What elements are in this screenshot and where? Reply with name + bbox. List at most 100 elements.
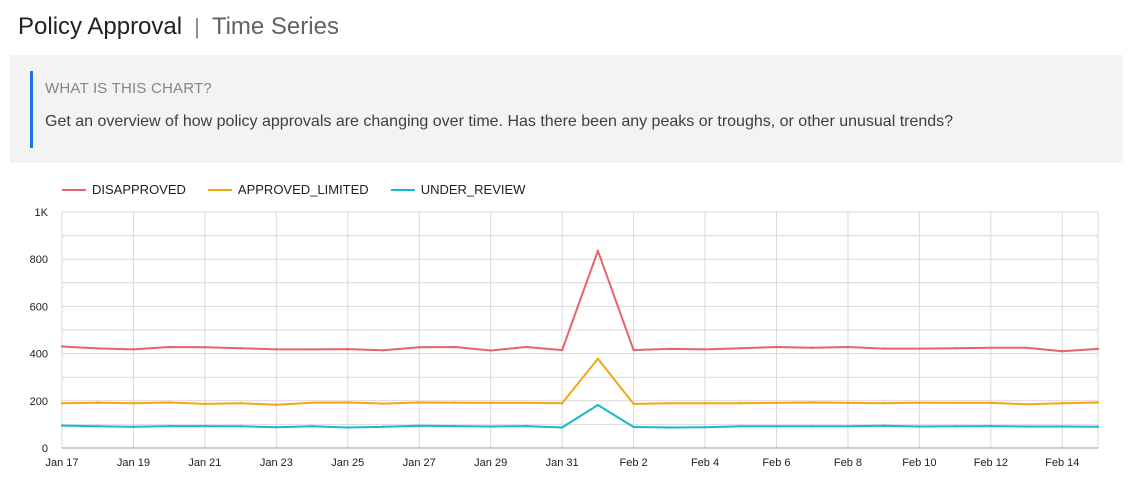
- data-point-disapproved: [132, 348, 135, 351]
- data-point-disapproved: [418, 346, 421, 349]
- data-point-approved-limited: [596, 357, 600, 360]
- x-tick-label: Jan 31: [546, 457, 579, 469]
- data-point-approved-limited: [132, 401, 135, 405]
- series-line-disapproved: [61, 249, 1099, 353]
- data-point-disapproved: [1096, 347, 1100, 351]
- data-point-under-review: [882, 424, 885, 428]
- data-point-disapproved: [453, 345, 457, 349]
- x-tick-label: Feb 4: [691, 457, 719, 469]
- data-point-approved-limited: [739, 401, 742, 405]
- data-point-disapproved: [96, 347, 99, 350]
- data-point-under-review: [1096, 425, 1100, 428]
- data-point-under-review: [596, 403, 600, 407]
- data-point-approved-limited: [1096, 401, 1100, 404]
- time-series-chart: 0 200 400 600 800 1K Jan 17 Jan 19 Jan 21 Jan 23…: [30, 207, 1100, 469]
- data-point-under-review: [382, 425, 385, 428]
- data-point-under-review: [346, 426, 349, 429]
- data-point-disapproved: [239, 346, 242, 350]
- data-point-approved-limited: [346, 401, 349, 404]
- data-point-under-review: [953, 425, 957, 428]
- data-point-approved-limited: [96, 401, 99, 404]
- data-point-disapproved: [739, 346, 742, 350]
- data-point-under-review: [525, 424, 528, 428]
- chart-series-points: [60, 249, 1100, 429]
- data-point-disapproved: [775, 345, 778, 349]
- data-point-under-review: [560, 426, 564, 429]
- data-point-approved-limited: [668, 401, 671, 405]
- data-point-approved-limited: [203, 402, 207, 406]
- data-point-under-review: [489, 425, 492, 428]
- data-point-approved-limited: [1061, 401, 1064, 405]
- data-point-approved-limited: [382, 402, 385, 405]
- data-point-under-review: [1061, 425, 1064, 428]
- data-point-approved-limited: [989, 401, 993, 405]
- x-tick-label: Feb 12: [974, 457, 1008, 469]
- x-axis-ticks: Jan 17 Jan 19 Jan 21 Jan 23 Jan 25 Jan 27 Jan …: [45, 457, 1079, 469]
- data-point-approved-limited: [811, 401, 814, 404]
- data-point-approved-limited: [239, 401, 242, 405]
- x-tick-label: Jan 25: [331, 457, 364, 469]
- chart-grid: [61, 211, 1099, 449]
- data-point-approved-limited: [775, 401, 778, 405]
- data-point-under-review: [132, 425, 135, 428]
- data-point-disapproved: [167, 345, 171, 349]
- data-point-disapproved: [668, 347, 671, 351]
- data-point-disapproved: [275, 348, 278, 351]
- data-point-disapproved: [310, 348, 314, 351]
- data-point-under-review: [703, 426, 707, 429]
- data-point-under-review: [775, 425, 778, 428]
- data-point-disapproved: [882, 347, 885, 350]
- x-tick-label: Jan 17: [45, 457, 78, 469]
- data-point-disapproved: [811, 346, 814, 349]
- x-tick-label: Feb 6: [762, 457, 790, 469]
- data-point-under-review: [418, 424, 421, 428]
- series-line-approved-limited: [61, 357, 1099, 406]
- data-point-approved-limited: [560, 401, 564, 405]
- data-point-approved-limited: [453, 401, 457, 404]
- x-tick-label: Jan 23: [260, 457, 293, 469]
- data-point-approved-limited: [525, 401, 528, 405]
- data-point-disapproved: [703, 348, 707, 351]
- data-point-disapproved: [382, 349, 385, 352]
- data-point-disapproved: [846, 345, 850, 349]
- data-point-under-review: [60, 424, 64, 427]
- data-point-disapproved: [1025, 346, 1028, 349]
- data-point-under-review: [239, 425, 242, 428]
- data-point-disapproved: [489, 349, 492, 352]
- y-tick-label: 200: [30, 396, 48, 408]
- x-tick-label: Jan 19: [117, 457, 150, 469]
- data-point-disapproved: [60, 345, 64, 348]
- data-point-under-review: [167, 424, 171, 428]
- y-tick-label: 800: [30, 254, 48, 266]
- data-point-under-review: [275, 426, 278, 429]
- y-tick-label: 400: [30, 349, 48, 361]
- data-point-disapproved: [346, 347, 349, 351]
- x-tick-label: Feb 8: [834, 457, 862, 469]
- data-point-disapproved: [525, 345, 528, 349]
- data-point-approved-limited: [882, 401, 885, 405]
- x-tick-label: Feb 14: [1045, 457, 1079, 469]
- data-point-disapproved: [989, 346, 993, 349]
- data-point-approved-limited: [1025, 403, 1028, 406]
- data-point-approved-limited: [953, 401, 957, 405]
- data-point-under-review: [846, 425, 850, 428]
- x-tick-label: Jan 27: [403, 457, 436, 469]
- data-point-under-review: [989, 424, 993, 428]
- data-point-approved-limited: [60, 401, 64, 405]
- data-point-disapproved: [1061, 350, 1064, 353]
- data-point-approved-limited: [167, 401, 171, 404]
- data-point-disapproved: [596, 249, 600, 253]
- data-point-approved-limited: [846, 401, 850, 405]
- data-point-under-review: [811, 425, 814, 428]
- data-point-disapproved: [203, 346, 207, 349]
- y-tick-label: 1K: [35, 207, 49, 219]
- y-axis-ticks: 0 200 400 600 800 1K: [30, 207, 49, 455]
- data-point-disapproved: [632, 348, 635, 352]
- x-tick-label: Jan 21: [188, 457, 221, 469]
- data-point-approved-limited: [418, 401, 421, 404]
- data-point-approved-limited: [275, 403, 278, 407]
- data-point-approved-limited: [918, 401, 921, 404]
- x-tick-label: Jan 29: [474, 457, 507, 469]
- data-point-approved-limited: [489, 401, 492, 405]
- data-point-under-review: [632, 425, 635, 429]
